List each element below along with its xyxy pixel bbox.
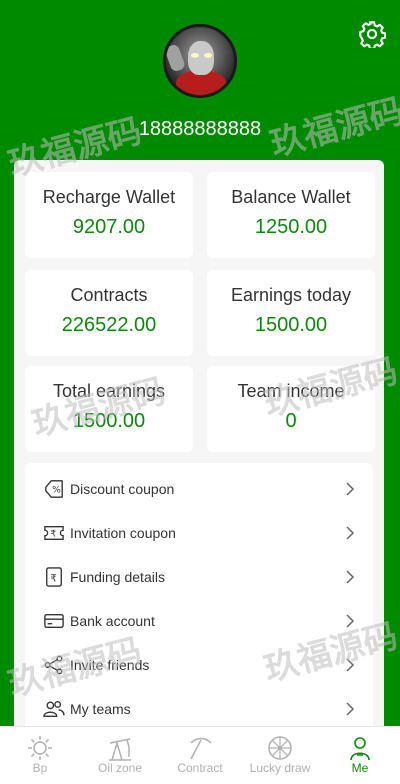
menu-item-invite-friends[interactable]: Invite friends xyxy=(25,643,373,687)
stat-value: 1250.00 xyxy=(254,216,328,238)
team-icon xyxy=(43,701,65,717)
stat-label: Contracts xyxy=(70,285,148,305)
bottom-tab-bar: Bp Oil zone Contract Lucky draw Me xyxy=(0,726,400,784)
avatar[interactable] xyxy=(163,24,237,98)
stat-card-total-earnings[interactable]: Total earnings 1500.00 xyxy=(25,366,193,452)
wheel-icon xyxy=(268,736,292,760)
tab-label: Me xyxy=(351,761,369,775)
tab-label: Bp xyxy=(32,761,48,775)
chevron-right-icon xyxy=(346,658,355,672)
tab-label: Lucky draw xyxy=(249,761,311,775)
menu-list: % Discount coupon ₹ Invitation coupon ₹ … xyxy=(25,463,373,743)
menu-item-label: Invite friends xyxy=(70,657,150,673)
stat-label: Total earnings xyxy=(52,381,166,401)
settings-gear-icon[interactable] xyxy=(358,20,386,48)
tab-bp[interactable]: Bp xyxy=(0,727,80,784)
bank-card-icon xyxy=(44,613,64,629)
content-panel: Recharge Wallet 9207.00 Balance Wallet 1… xyxy=(14,160,384,784)
tab-label: Contract xyxy=(177,761,223,775)
tab-oil-zone[interactable]: Oil zone xyxy=(80,727,160,784)
tab-label: Oil zone xyxy=(97,761,143,775)
menu-item-my-teams[interactable]: My teams xyxy=(25,687,373,731)
stat-card-team-income[interactable]: Team income 0 xyxy=(207,366,375,452)
chevron-right-icon xyxy=(346,570,355,584)
stat-card-contracts[interactable]: Contracts 226522.00 xyxy=(25,270,193,356)
coupon-percent-icon: % xyxy=(45,480,63,498)
stat-card-balance-wallet[interactable]: Balance Wallet 1250.00 xyxy=(207,172,375,258)
stat-label: Balance Wallet xyxy=(231,187,351,207)
menu-item-label: My teams xyxy=(70,701,131,717)
share-icon xyxy=(44,655,63,675)
chevron-right-icon xyxy=(346,482,355,496)
tab-lucky-draw[interactable]: Lucky draw xyxy=(240,727,320,784)
menu-item-discount-coupon[interactable]: % Discount coupon xyxy=(25,467,373,511)
user-phone: 18888888888 xyxy=(138,118,262,140)
stat-label: Team income xyxy=(237,381,345,401)
chevron-right-icon xyxy=(346,526,355,540)
receipt-rupee-icon: ₹ xyxy=(46,567,62,587)
svg-text:%: % xyxy=(52,486,61,496)
svg-text:₹: ₹ xyxy=(50,530,56,540)
stat-value: 1500.00 xyxy=(254,314,328,336)
stat-value: 226522.00 xyxy=(61,314,157,336)
stat-card-recharge-wallet[interactable]: Recharge Wallet 9207.00 xyxy=(25,172,193,258)
chevron-right-icon xyxy=(346,614,355,628)
svg-text:₹: ₹ xyxy=(50,574,56,585)
pickaxe-icon xyxy=(190,737,212,760)
chevron-right-icon xyxy=(346,702,355,716)
sun-icon xyxy=(28,736,52,760)
tab-contract[interactable]: Contract xyxy=(160,727,240,784)
ticket-rupee-icon: ₹ xyxy=(44,525,64,541)
stat-value: 9207.00 xyxy=(72,216,146,238)
stat-value: 1500.00 xyxy=(72,410,146,432)
menu-item-label: Funding details xyxy=(70,569,165,585)
menu-item-label: Discount coupon xyxy=(70,481,175,497)
oil-pump-icon xyxy=(109,738,131,761)
stat-label: Recharge Wallet xyxy=(42,187,176,207)
user-icon xyxy=(350,737,370,761)
menu-item-label: Invitation coupon xyxy=(70,525,176,541)
stat-card-earnings-today[interactable]: Earnings today 1500.00 xyxy=(207,270,375,356)
tab-me[interactable]: Me xyxy=(320,727,400,784)
menu-item-invitation-coupon[interactable]: ₹ Invitation coupon xyxy=(25,511,373,555)
menu-item-bank-account[interactable]: Bank account xyxy=(25,599,373,643)
menu-item-funding-details[interactable]: ₹ Funding details xyxy=(25,555,373,599)
stat-value: 0 xyxy=(285,410,297,432)
menu-item-label: Bank account xyxy=(70,613,155,629)
stat-label: Earnings today xyxy=(230,285,352,305)
profile-header: 18888888888 xyxy=(0,0,400,160)
